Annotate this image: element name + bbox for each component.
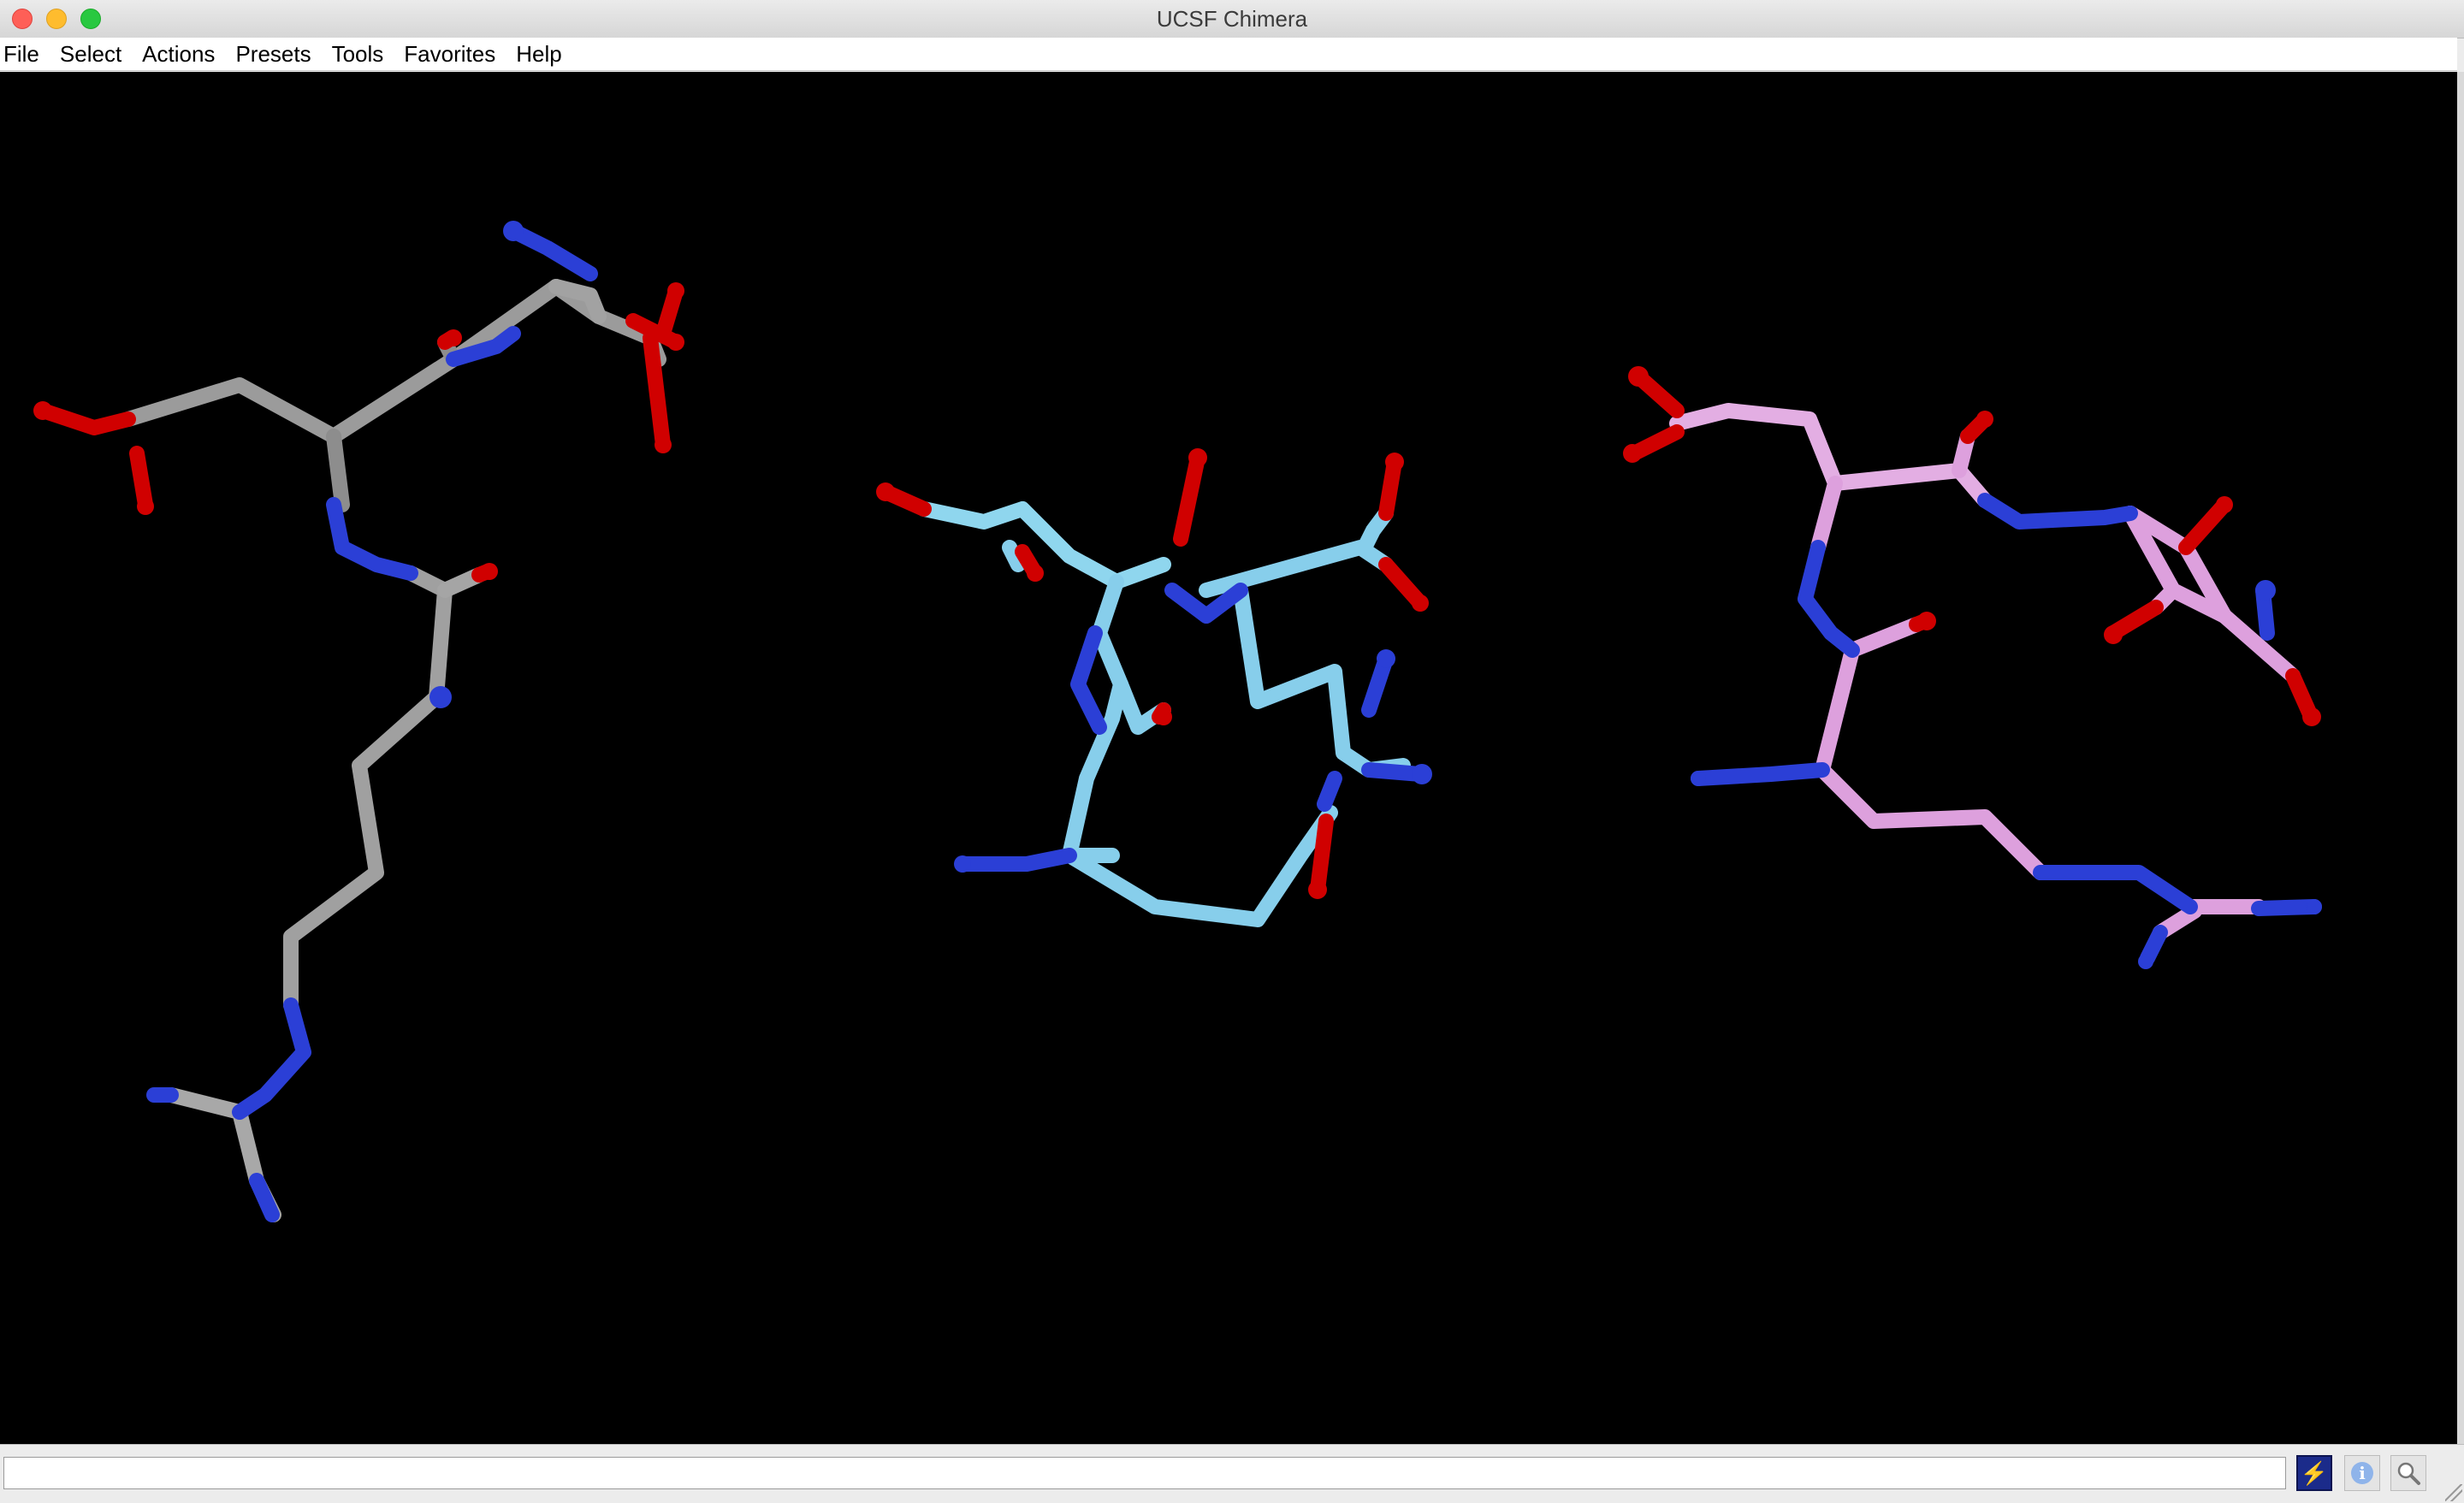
menu-tools[interactable]: Tools — [322, 38, 394, 70]
bond-carbon — [1199, 540, 1394, 598]
bond-nitrogen — [1691, 762, 1830, 786]
bond-nitrogen — [1070, 625, 1107, 735]
bond-oxygen — [625, 283, 684, 453]
bond-carbon — [283, 565, 453, 1013]
bond-oxygen — [35, 403, 153, 512]
graphics-viewer[interactable] — [0, 72, 2457, 1444]
execute-icon: ⚡ — [2300, 1459, 2329, 1486]
execute-button[interactable]: ⚡ — [2296, 1455, 2332, 1491]
structure-plum[interactable] — [1623, 366, 2322, 969]
info-icon: i — [2351, 1462, 2373, 1484]
bond-carbon — [916, 501, 1171, 589]
molecule-canvas[interactable] — [0, 72, 2457, 1444]
menu-select[interactable]: Select — [50, 38, 132, 70]
structure-gray[interactable] — [33, 221, 684, 1222]
atom-oxygen — [33, 282, 684, 580]
bond-carbon — [121, 279, 564, 444]
title-bar: UCSF Chimera — [0, 0, 2464, 38]
bond-nitrogen — [955, 848, 1077, 872]
bond-nitrogen — [326, 497, 418, 581]
bond-nitrogen — [2033, 865, 2198, 914]
bond-carbon — [1810, 476, 1843, 555]
bond-oxygen — [437, 330, 495, 583]
bond-carbon — [1062, 805, 1338, 927]
menu-help[interactable]: Help — [506, 38, 572, 70]
command-line-input[interactable] — [3, 1457, 2286, 1489]
magnifier-icon — [2397, 1462, 2420, 1485]
bond-oxygen — [1909, 411, 1993, 632]
status-bar: ⚡ i — [0, 1444, 2464, 1503]
menu-file[interactable]: File — [0, 38, 50, 70]
bond-nitrogen — [506, 223, 598, 281]
bond-nitrogen — [1798, 540, 1860, 658]
menu-actions[interactable]: Actions — [132, 38, 225, 70]
info-button[interactable]: i — [2344, 1455, 2380, 1491]
menu-bar: File Select Actions Presets Tools Favori… — [0, 38, 2457, 71]
bond-nitrogen — [1977, 493, 2138, 530]
menu-presets[interactable]: Presets — [225, 38, 321, 70]
viewer-scrollbar[interactable] — [2457, 72, 2464, 1444]
bond-carbon — [1815, 617, 2048, 880]
bond-oxygen — [1626, 369, 1685, 461]
bond-carbon — [163, 1087, 247, 1120]
chimera-window: UCSF Chimera File Select Actions Presets… — [0, 0, 2464, 1503]
bond-nitrogen — [1317, 771, 1342, 812]
bond-oxygen — [1310, 814, 1334, 897]
menu-favorites[interactable]: Favorites — [394, 38, 506, 70]
bond-nitrogen — [232, 997, 311, 1120]
resize-grip[interactable] — [2445, 1484, 2462, 1501]
structure-lightblue[interactable] — [876, 448, 1432, 927]
search-button[interactable] — [2390, 1455, 2426, 1491]
window-title: UCSF Chimera — [1156, 6, 1308, 32]
atom-oxygen — [1623, 366, 2321, 726]
